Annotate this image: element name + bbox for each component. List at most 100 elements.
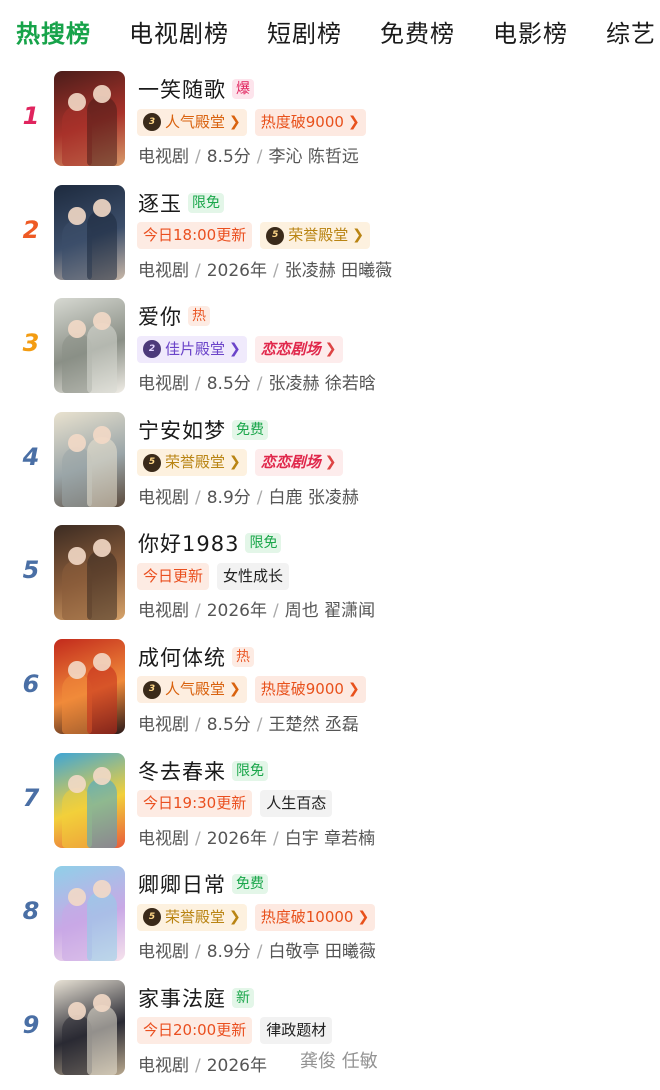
poster-figure bbox=[87, 1004, 117, 1075]
cast: 张凌赫 徐若晗 bbox=[268, 374, 376, 395]
poster-image[interactable] bbox=[54, 298, 125, 394]
tag-label: 人生百态 bbox=[266, 794, 327, 813]
list-item[interactable]: 1 一笑随歌 爆 3 人气殿堂 ❯ 热度破9000 ❯ 电视剧/8.5分 / 李沁 陈哲远 bbox=[0, 68, 660, 182]
tag-label: 今日18:00更新 bbox=[143, 226, 247, 245]
tag-row: 今日更新 女性成长 bbox=[137, 562, 297, 590]
cast: 李沁 陈哲远 bbox=[268, 147, 359, 167]
poster-image[interactable] bbox=[54, 525, 125, 621]
tag-label: 律政题材 bbox=[266, 1021, 327, 1040]
poster-face bbox=[93, 425, 111, 444]
tag-row: 2 佳片殿堂 ❯ 恋恋剧场 ❯ bbox=[137, 335, 351, 363]
poster-figure bbox=[87, 436, 117, 507]
tag-fine[interactable]: 2 佳片殿堂 ❯ bbox=[137, 335, 247, 363]
rank-number: 7 bbox=[22, 783, 40, 812]
tag-label: 今日19:30更新 bbox=[143, 794, 247, 813]
status-badge: 爆 bbox=[232, 79, 254, 99]
category: 电视剧 bbox=[138, 714, 189, 735]
list-item[interactable]: 4 宁安如梦 免费 5 荣誉殿堂 ❯ 恋恋剧场 ❯ 电视剧/8.9分 / 白鹿 张凌赫 bbox=[0, 409, 660, 523]
poster-image[interactable] bbox=[54, 866, 125, 962]
poster-image[interactable] bbox=[54, 979, 125, 1075]
title-line: 成何体统 热 bbox=[138, 642, 254, 672]
tab-3[interactable]: 免费榜 bbox=[380, 14, 455, 49]
info: 2026年 bbox=[206, 828, 267, 849]
medal-icon: 5 bbox=[266, 226, 285, 245]
poster-image[interactable] bbox=[54, 71, 125, 166]
tag-update: 今日更新 bbox=[137, 562, 210, 590]
tag-label: 女性成长 bbox=[223, 566, 284, 585]
medal-icon: 3 bbox=[143, 113, 161, 131]
tag-row: 3 人气殿堂 ❯ 热度破9000 ❯ bbox=[137, 676, 374, 704]
tag-honor[interactable]: 5 荣誉殿堂 ❯ bbox=[260, 222, 370, 250]
show-title[interactable]: 你好1983 bbox=[138, 528, 239, 558]
poster-face bbox=[93, 993, 111, 1012]
poster-face bbox=[93, 766, 111, 785]
list-item[interactable]: 5 你好1983 限免 今日更新 女性成长 电视剧/2026年 / 周也 翟潇闻 bbox=[0, 522, 660, 636]
rank-number: 3 bbox=[22, 329, 40, 358]
show-title[interactable]: 家事法庭 bbox=[138, 983, 226, 1013]
show-meta: 电视剧/8.9分 / 白鹿 张凌赫 bbox=[138, 487, 359, 508]
show-title[interactable]: 成何体统 bbox=[138, 642, 226, 672]
tab-5[interactable]: 综艺 bbox=[606, 14, 656, 49]
tag-update: 今日19:30更新 bbox=[137, 790, 253, 818]
show-title[interactable]: 爱你 bbox=[138, 301, 182, 331]
tag-popular[interactable]: 3 人气殿堂 ❯ bbox=[137, 676, 247, 704]
tab-0[interactable]: 热搜榜 bbox=[16, 14, 91, 49]
tag-heat[interactable]: 热度破10000 ❯ bbox=[254, 903, 376, 931]
title-line: 卿卿日常 免费 bbox=[138, 869, 268, 899]
tag-row: 今日20:00更新 律政题材 bbox=[137, 1017, 340, 1045]
tag-theater[interactable]: 恋恋剧场 ❯ bbox=[254, 449, 343, 477]
chevron-right-icon: ❯ bbox=[324, 454, 337, 471]
category: 电视剧 bbox=[138, 942, 189, 963]
show-meta: 电视剧/2026年 / 周也 翟潇闻 bbox=[138, 601, 376, 622]
rank-number: 2 bbox=[22, 215, 40, 244]
tag-honor[interactable]: 5 荣誉殿堂 ❯ bbox=[137, 903, 247, 931]
title-line: 你好1983 限免 bbox=[138, 528, 282, 558]
show-title[interactable]: 宁安如梦 bbox=[138, 415, 226, 445]
list-item[interactable]: 2 逐玉 限免 今日18:00更新 5 荣誉殿堂 ❯ 电视剧/2026年 / 张凌赫 田曦薇 bbox=[0, 182, 660, 296]
poster-image[interactable] bbox=[54, 638, 125, 734]
tag-row: 3 人气殿堂 ❯ 热度破9000 ❯ bbox=[137, 108, 374, 136]
tag-honor[interactable]: 5 荣誉殿堂 ❯ bbox=[137, 449, 247, 477]
show-title[interactable]: 逐玉 bbox=[138, 188, 182, 218]
list-item[interactable]: 7 冬去春来 限免 今日19:30更新 人生百态 电视剧/2026年 / 白宇 章若楠 bbox=[0, 750, 660, 864]
title-line: 爱你 热 bbox=[138, 301, 210, 331]
tag-heat[interactable]: 热度破9000 ❯ bbox=[254, 108, 366, 136]
tab-2[interactable]: 短剧榜 bbox=[267, 14, 342, 49]
rank-number: 4 bbox=[22, 442, 40, 471]
tab-1[interactable]: 电视剧榜 bbox=[129, 14, 229, 49]
poster-figure bbox=[87, 891, 117, 962]
medal-icon: 3 bbox=[143, 680, 161, 699]
tab-4[interactable]: 电影榜 bbox=[493, 14, 568, 49]
list-item[interactable]: 3 爱你 热 2 佳片殿堂 ❯ 恋恋剧场 ❯ 电视剧/8.5分 / 张凌赫 徐若晗 bbox=[0, 295, 660, 409]
poster-face bbox=[68, 433, 86, 452]
rank-number: 8 bbox=[22, 897, 40, 926]
tag-label: 人气殿堂 bbox=[165, 112, 226, 131]
poster-image[interactable] bbox=[54, 184, 125, 280]
tag-theater[interactable]: 恋恋剧场 ❯ bbox=[254, 335, 343, 363]
list-item[interactable]: 8 卿卿日常 免费 5 荣誉殿堂 ❯ 热度破10000 ❯ 电视剧/8.9分 / 白敬亭 田曦薇 bbox=[0, 863, 660, 977]
show-meta: 电视剧/2026年 / 白宇 章若楠 bbox=[138, 828, 376, 849]
tag-heat[interactable]: 热度破9000 ❯ bbox=[254, 676, 366, 704]
tag-label: 人气殿堂 bbox=[165, 680, 226, 699]
poster-figure bbox=[87, 550, 117, 621]
rank-number: 6 bbox=[22, 669, 40, 698]
category: 电视剧 bbox=[138, 601, 189, 622]
show-title[interactable]: 一笑随歌 bbox=[138, 74, 226, 104]
poster-image[interactable] bbox=[54, 752, 125, 848]
list-item[interactable]: 9 家事法庭 新今日20:00更新 律政题材 电视剧/2026年 bbox=[0, 977, 660, 1090]
poster-image[interactable] bbox=[54, 411, 125, 507]
tag-label: 荣誉殿堂 bbox=[165, 453, 226, 472]
status-badge: 限免 bbox=[245, 533, 282, 554]
show-title[interactable]: 卿卿日常 bbox=[138, 869, 226, 899]
tag-label: 荣誉殿堂 bbox=[288, 226, 349, 245]
list-item[interactable]: 6 成何体统 热 3 人气殿堂 ❯ 热度破9000 ❯ 电视剧/8.5分 / 王楚然 丞磊 bbox=[0, 636, 660, 750]
show-title[interactable]: 冬去春来 bbox=[138, 756, 226, 786]
status-badge: 热 bbox=[188, 306, 210, 327]
ranking-tabs: 热搜榜 电视剧榜 短剧榜 免费榜 电影榜 综艺 bbox=[0, 0, 660, 62]
tag-label: 今日20:00更新 bbox=[143, 1021, 247, 1040]
tag-label: 恋恋剧场 bbox=[260, 339, 321, 358]
tag-row: 今日18:00更新 5 荣誉殿堂 ❯ bbox=[137, 222, 378, 250]
poster-face bbox=[68, 206, 86, 225]
poster-face bbox=[68, 93, 86, 111]
tag-popular[interactable]: 3 人气殿堂 ❯ bbox=[137, 108, 247, 136]
